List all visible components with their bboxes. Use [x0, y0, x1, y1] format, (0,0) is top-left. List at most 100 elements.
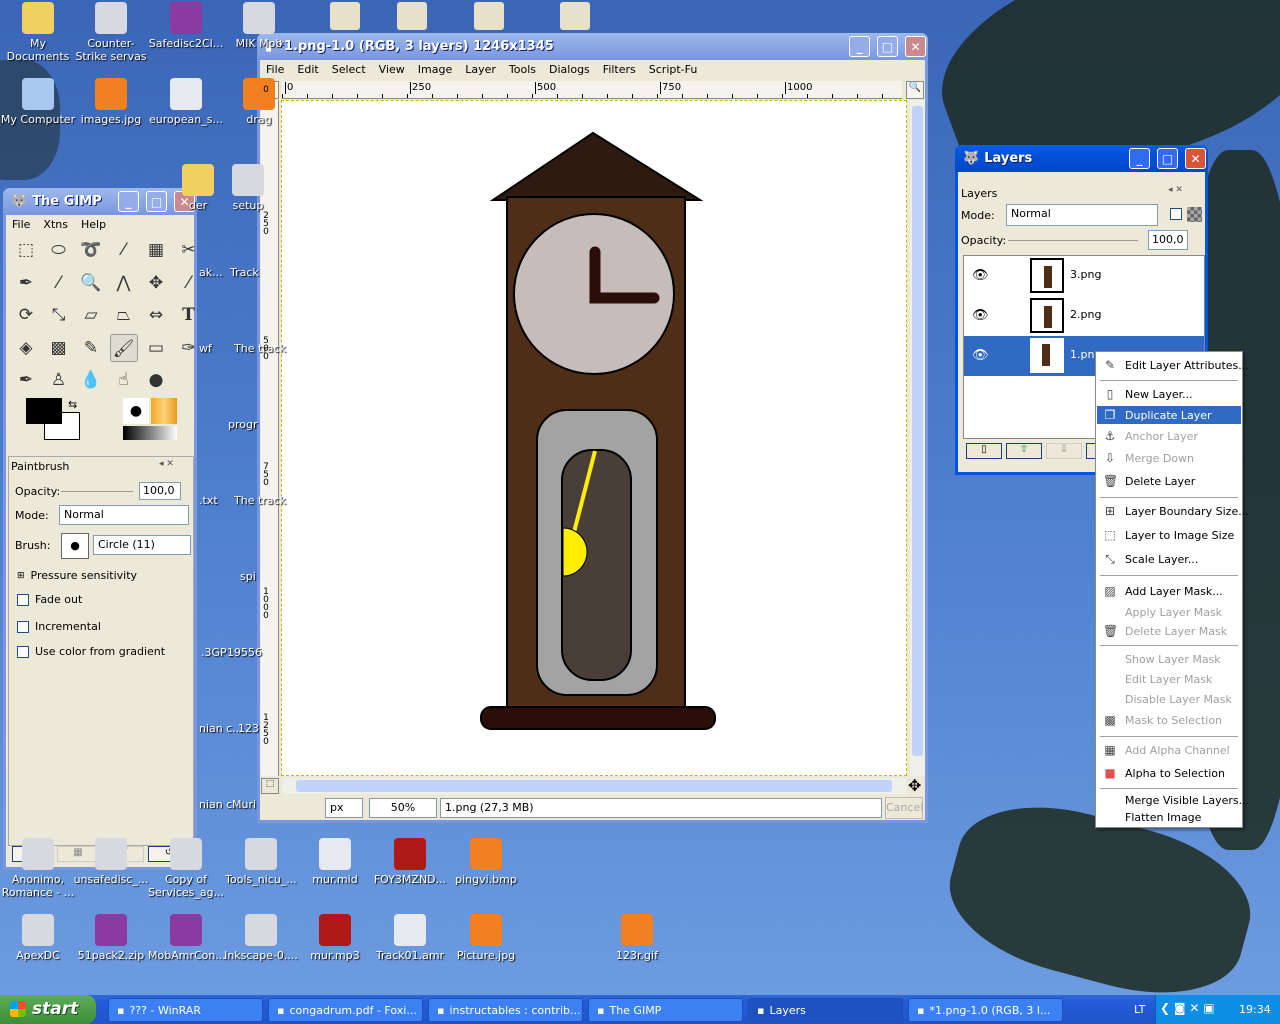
desktop-icon[interactable]: images.jpg — [73, 78, 149, 126]
foreground-color[interactable] — [26, 398, 62, 424]
incremental-checkbox[interactable]: Incremental — [17, 620, 101, 633]
menu-file[interactable]: File — [266, 63, 284, 76]
panel-menu-icon[interactable]: ◂ ✕ — [159, 459, 174, 469]
measure-tool-button[interactable]: ⋀ — [110, 269, 138, 297]
flip-tool-button[interactable]: ⇔ — [142, 301, 170, 329]
color-gradient-checkbox[interactable]: Use color from gradient — [17, 645, 165, 658]
dodge-burn-tool-button[interactable]: ● — [142, 366, 170, 394]
eye-visibility-icon[interactable]: 👁 — [972, 268, 989, 283]
pressure-sensitivity-expander[interactable]: Pressure sensitivity — [31, 569, 137, 582]
desktop-icon-label[interactable]: Track — [230, 266, 259, 279]
desktop-icon-label[interactable]: 123 — [238, 722, 259, 735]
desktop-icon-label[interactable]: Muri — [232, 798, 256, 811]
menu-tools[interactable]: Tools — [509, 63, 536, 76]
scale-tool-button[interactable]: ⤡ — [45, 301, 73, 329]
desktop-icon[interactable]: Tools_nicu_... — [223, 838, 299, 886]
clone-tool-button[interactable]: ♙ — [45, 366, 73, 394]
menu-item-layer-to-image-size[interactable]: ⬚ Layer to Image Size — [1097, 526, 1241, 544]
smudge-tool-button[interactable]: ☝ — [110, 366, 138, 394]
desktop-icon[interactable]: MIK Mob — [221, 2, 297, 50]
opacity-slider[interactable] — [61, 491, 133, 492]
tray-icons[interactable]: ❮ ◙ ✕ ▣ — [1160, 1001, 1215, 1015]
menu-help[interactable]: Help — [81, 218, 106, 231]
menu-dialogs[interactable]: Dialogs — [549, 63, 590, 76]
desktop-icon-label[interactable]: nian c... — [199, 722, 243, 735]
close-button[interactable]: ✕ — [905, 36, 926, 57]
desktop-icon-label[interactable]: The track — [234, 342, 286, 355]
paintbrush-tool-button[interactable]: 🖌 — [109, 333, 138, 362]
select-by-color-tool-button[interactable]: ▦ — [142, 236, 170, 264]
menu-item-layer-boundary-size[interactable]: ⊞ Layer Boundary Size... — [1097, 502, 1249, 520]
menu-filters[interactable]: Filters — [603, 63, 636, 76]
menu-layer[interactable]: Layer — [465, 63, 496, 76]
desktop-icon[interactable]: Anonimo, Romance - ... — [0, 838, 76, 899]
desktop-icon-label[interactable]: The track — [234, 494, 286, 507]
lower-layer-button[interactable]: ⇩ — [1046, 443, 1082, 459]
free-select-tool-button[interactable]: ➰ — [77, 236, 105, 264]
rect-select-tool-button[interactable]: ⬚ — [12, 236, 40, 264]
desktop-icon-label[interactable]: 19556 — [227, 646, 262, 659]
menu-item-delete-layer[interactable]: 🗑 Delete Layer — [1097, 472, 1241, 490]
keep-transparency-checkbox[interactable] — [1170, 208, 1182, 220]
ink-tool-button[interactable]: ✒ — [12, 366, 40, 394]
menu-edit[interactable]: Edit — [297, 63, 318, 76]
menu-image[interactable]: Image — [418, 63, 452, 76]
image-canvas[interactable] — [281, 100, 907, 776]
language-indicator[interactable]: LT — [1134, 1003, 1145, 1016]
menu-item-duplicate-layer[interactable]: ❐ Duplicate Layer — [1097, 406, 1241, 424]
pattern-preview[interactable] — [151, 398, 177, 424]
taskbar-button-image[interactable]: ▪ *1.png-1.0 (RGB, 3 l... — [908, 998, 1063, 1022]
desktop-icon[interactable]: setup — [210, 164, 286, 212]
paths-tool-button[interactable]: ✒ — [12, 269, 40, 297]
file-icon[interactable] — [330, 2, 360, 30]
raise-layer-button[interactable]: ⇧ — [1006, 443, 1042, 459]
new-layer-button[interactable]: ▯ — [966, 443, 1002, 459]
menu-select[interactable]: Select — [332, 63, 366, 76]
taskbar-button-gimp[interactable]: ▪ Layers — [748, 998, 903, 1022]
layer-name[interactable]: 2.png — [1070, 308, 1101, 321]
desktop-icon-label[interactable]: .txt — [199, 494, 218, 507]
menu-item-new-layer[interactable]: ▯ New Layer... — [1097, 385, 1241, 403]
layer-name[interactable]: 3.png — [1070, 268, 1101, 281]
desktop-icon[interactable]: Inkscape-0.... — [223, 914, 299, 962]
scissors-tool-button[interactable]: ✂ — [175, 236, 203, 264]
desktop-icon-label[interactable]: wf — [199, 342, 212, 355]
maximize-button[interactable]: □ — [877, 36, 898, 57]
fuzzy-select-tool-button[interactable]: ⁄ — [110, 236, 138, 264]
gradient-preview[interactable] — [123, 426, 177, 440]
opacity-input[interactable]: 100,0 — [139, 482, 181, 500]
menu-item-scale-layer[interactable]: ⤡ Scale Layer... — [1097, 550, 1241, 568]
blend-tool-button[interactable]: ▩ — [45, 334, 73, 362]
color-picker-tool-button[interactable]: ⁄ — [45, 269, 73, 297]
desktop-icon[interactable]: mur.mp3 — [297, 914, 373, 962]
brush-preview[interactable]: ● — [123, 398, 149, 424]
text-tool-button[interactable]: T — [175, 301, 203, 329]
desktop-icon[interactable]: FOY3MZND... — [372, 838, 448, 886]
shear-tool-button[interactable]: ▱ — [77, 301, 105, 329]
panel-menu-icon[interactable]: ◂ ✕ — [1168, 185, 1183, 195]
desktop-icon[interactable]: Safedisc2Cl... — [148, 2, 224, 50]
pencil-tool-button[interactable]: ✎ — [77, 334, 105, 362]
opacity-slider[interactable] — [1008, 240, 1138, 241]
desktop-icon-label[interactable]: progr — [228, 418, 258, 431]
minimize-button[interactable]: _ — [118, 191, 139, 212]
ellipse-select-tool-button[interactable]: ⬭ — [45, 236, 73, 264]
desktop-icon[interactable]: Picture.jpg — [448, 914, 524, 962]
taskbar-button-firefox[interactable]: ▪ instructables : contrib... — [428, 998, 583, 1022]
minimize-button[interactable]: _ — [849, 36, 870, 57]
taskbar-button-winrar[interactable]: ▪ ??? - WinRAR — [108, 998, 263, 1022]
close-button[interactable]: ✕ — [1185, 148, 1206, 169]
layer-mode-select[interactable]: Normal — [1006, 204, 1158, 226]
desktop-icon[interactable]: My Computer — [0, 78, 76, 126]
menu-item-merge-visible-layers[interactable]: Merge Visible Layers... — [1097, 791, 1249, 809]
horizontal-scrollbar[interactable] — [282, 778, 906, 794]
layer-row[interactable]: 👁 2.png — [964, 296, 1204, 336]
desktop-icon[interactable]: 123r.gif — [599, 914, 675, 962]
desktop-icon[interactable]: mur.mid — [297, 838, 373, 886]
desktop-icon-label[interactable]: spi — [240, 570, 256, 583]
desktop-icon[interactable]: ApexDC — [0, 914, 76, 962]
unit-select[interactable]: px — [325, 798, 363, 818]
eraser-tool-button[interactable]: ▭ — [142, 334, 170, 362]
menu-item-flatten-image[interactable]: Flatten Image — [1097, 808, 1241, 826]
desktop-icon[interactable]: MobAmrCon... — [148, 914, 226, 962]
